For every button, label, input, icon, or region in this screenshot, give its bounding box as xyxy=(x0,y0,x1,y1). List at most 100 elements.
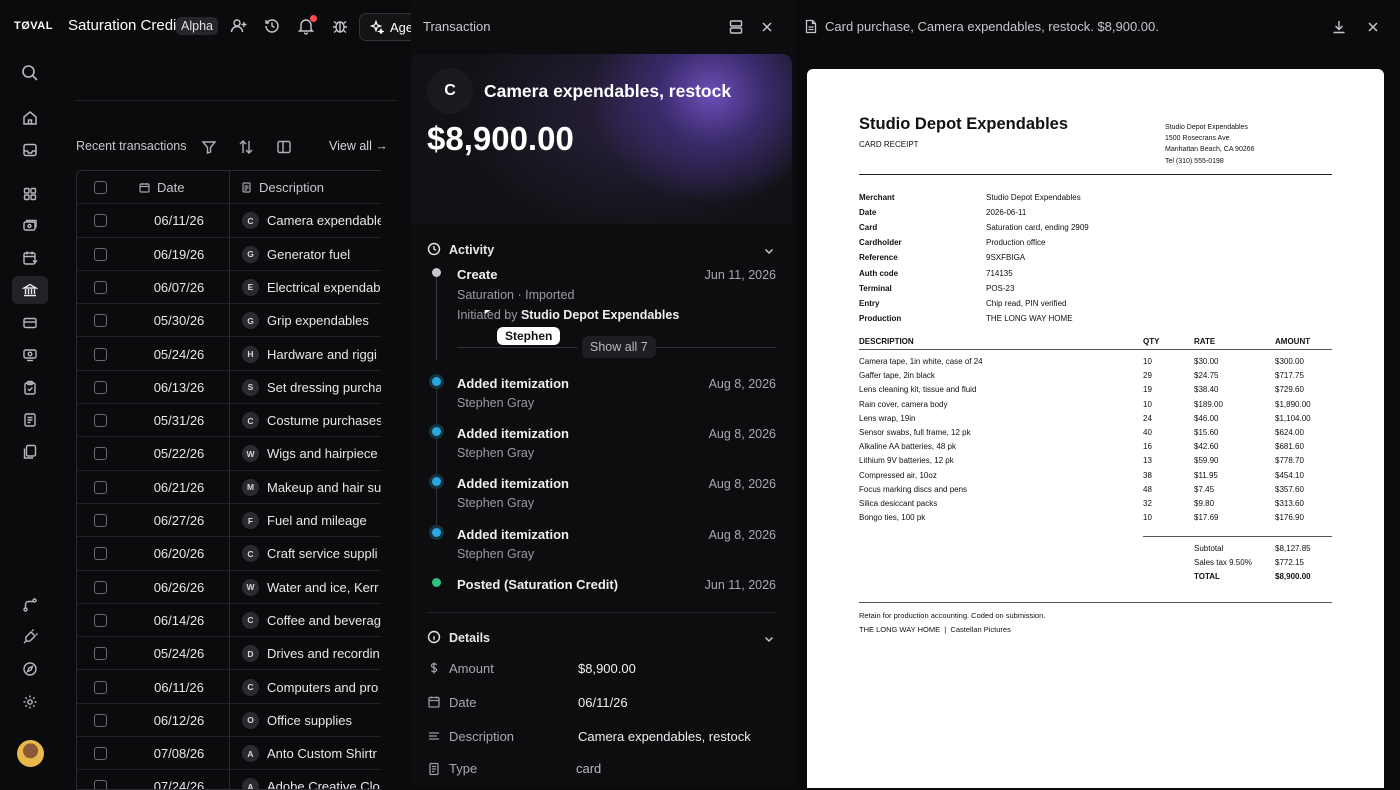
select-all-checkbox[interactable] xyxy=(94,181,107,194)
row-checkbox[interactable] xyxy=(94,713,107,727)
compass-icon[interactable] xyxy=(18,657,42,681)
receipt-icon[interactable] xyxy=(18,408,42,432)
table-row[interactable]: 06/13/26 S Set dressing purcha xyxy=(77,371,381,405)
plug-icon[interactable] xyxy=(18,625,42,649)
notifications-bell-icon[interactable] xyxy=(297,15,317,37)
row-description: Computers and pro xyxy=(267,679,379,695)
agent-button[interactable]: Age xyxy=(359,13,419,41)
row-checkbox[interactable] xyxy=(94,280,107,294)
table-row[interactable]: 06/14/26 C Coffee and beverag xyxy=(77,604,381,638)
description-column-header[interactable]: Description xyxy=(259,180,324,195)
meta-key: Terminal xyxy=(859,283,892,293)
row-description: Camera expendable xyxy=(267,213,381,229)
bank-icon[interactable] xyxy=(12,276,48,304)
type-value[interactable]: card xyxy=(576,761,601,776)
row-description: Grip expendables xyxy=(267,313,369,329)
table-row[interactable]: 05/24/26 D Drives and recordin xyxy=(77,637,381,671)
history-icon[interactable] xyxy=(263,17,283,37)
inbox-icon[interactable] xyxy=(18,138,42,162)
row-checkbox[interactable] xyxy=(94,347,107,361)
event-date: Aug 8, 2026 xyxy=(708,528,776,542)
filter-icon[interactable] xyxy=(201,139,217,155)
add-user-icon[interactable] xyxy=(230,17,250,37)
show-all-button[interactable]: Show all 7 xyxy=(582,336,656,358)
table-row[interactable]: 06/12/26 O Office supplies xyxy=(77,704,381,738)
document-icon xyxy=(241,182,252,193)
row-checkbox[interactable] xyxy=(94,480,107,494)
user-avatar[interactable] xyxy=(17,740,44,767)
item-qty: 10 xyxy=(1143,399,1152,409)
initiated-by[interactable]: Studio Depot Expendables xyxy=(521,308,679,322)
chevron-down-icon[interactable] xyxy=(762,244,776,258)
bug-icon[interactable] xyxy=(331,17,351,37)
item-rate: $59.90 xyxy=(1194,456,1219,466)
amount-value[interactable]: $8,900.00 xyxy=(578,661,636,676)
table-row[interactable]: 05/24/26 H Hardware and riggi xyxy=(77,338,381,371)
columns-icon[interactable] xyxy=(276,139,292,155)
event-title: Added itemization xyxy=(457,527,569,542)
table-row[interactable]: 06/07/26 E Electrical expendab xyxy=(77,271,381,305)
transaction-panel: Transaction C Camera expendables, restoc… xyxy=(411,0,795,788)
view-all-link[interactable]: View all → xyxy=(329,139,388,153)
table-row[interactable]: 05/31/26 C Costume purchases xyxy=(77,404,381,438)
row-checkbox[interactable] xyxy=(94,647,107,661)
event-user: Stephen Gray xyxy=(457,396,535,410)
date-column-header[interactable]: Date xyxy=(157,180,184,195)
row-checkbox[interactable] xyxy=(94,613,107,627)
row-checkbox[interactable] xyxy=(94,780,107,789)
activity-section-title[interactable]: Activity xyxy=(449,243,494,257)
row-checkbox[interactable] xyxy=(94,247,107,261)
cards-icon[interactable] xyxy=(18,214,42,238)
table-row[interactable]: 06/11/26 C Computers and pro xyxy=(77,671,381,704)
close-icon[interactable] xyxy=(1365,19,1381,35)
row-checkbox[interactable] xyxy=(94,447,107,461)
close-icon[interactable] xyxy=(759,19,775,35)
details-section-title[interactable]: Details xyxy=(449,631,490,645)
transaction-amount: $8,900.00 xyxy=(427,120,574,157)
meta-key: Cardholder xyxy=(859,238,902,248)
calendar-money-icon[interactable] xyxy=(18,246,42,270)
row-checkbox[interactable] xyxy=(94,380,107,394)
row-checkbox[interactable] xyxy=(94,214,107,228)
row-description: Coffee and beverag xyxy=(267,612,381,628)
chevron-down-icon[interactable] xyxy=(762,632,776,646)
search-icon[interactable] xyxy=(18,61,42,85)
row-checkbox[interactable] xyxy=(94,547,107,561)
item-description: Compressed air, 10oz xyxy=(859,470,937,480)
home-icon[interactable] xyxy=(18,106,42,130)
table-row[interactable]: 05/22/26 W Wigs and hairpiece xyxy=(77,437,381,471)
clipboard-icon[interactable] xyxy=(18,376,42,400)
item-description: Silica desiccant packs xyxy=(859,499,938,508)
row-checkbox[interactable] xyxy=(94,680,107,694)
workflow-icon[interactable] xyxy=(18,593,42,617)
credit-card-icon[interactable] xyxy=(18,311,42,335)
layout-toggle-icon[interactable] xyxy=(728,19,744,35)
table-row[interactable]: 06/19/26 G Generator fuel xyxy=(77,238,381,271)
item-rate: $15.60 xyxy=(1194,428,1219,437)
row-checkbox[interactable] xyxy=(94,314,107,328)
table-row[interactable]: 07/24/26 A Adobe Creative Clo xyxy=(77,770,381,789)
row-checkbox[interactable] xyxy=(94,747,107,761)
dashboard-icon[interactable] xyxy=(18,182,42,206)
table-row[interactable]: 06/11/26 C Camera expendable xyxy=(77,204,381,238)
documents-icon[interactable] xyxy=(18,440,42,464)
date-value[interactable]: 06/11/26 xyxy=(578,695,628,710)
item-description: Alkaline AA batteries, 48 pk xyxy=(859,442,956,452)
table-row[interactable]: 07/08/26 A Anto Custom Shirtr xyxy=(77,737,381,771)
payments-icon[interactable] xyxy=(18,343,42,367)
download-icon[interactable] xyxy=(1331,19,1347,35)
table-row[interactable]: 06/21/26 M Makeup and hair su xyxy=(77,471,381,504)
top-bar: TØVAL Saturation Credit Alpha Age xyxy=(0,0,419,54)
timeline-dot-blue xyxy=(432,477,441,486)
row-checkbox[interactable] xyxy=(94,514,107,527)
row-checkbox[interactable] xyxy=(94,580,107,594)
table-row[interactable]: 06/26/26 W Water and ice, Kerr xyxy=(77,571,381,604)
sort-icon[interactable] xyxy=(238,139,254,155)
description-value[interactable]: Camera expendables, restock xyxy=(578,729,751,744)
table-row[interactable]: 06/20/26 C Craft service suppli xyxy=(77,537,381,571)
meta-value: Studio Depot Expendables xyxy=(986,193,1081,202)
settings-gear-icon[interactable] xyxy=(18,690,42,714)
table-row[interactable]: 05/30/26 G Grip expendables xyxy=(77,304,381,338)
row-checkbox[interactable] xyxy=(94,414,107,428)
table-row[interactable]: 06/27/26 F Fuel and mileage xyxy=(77,504,381,538)
